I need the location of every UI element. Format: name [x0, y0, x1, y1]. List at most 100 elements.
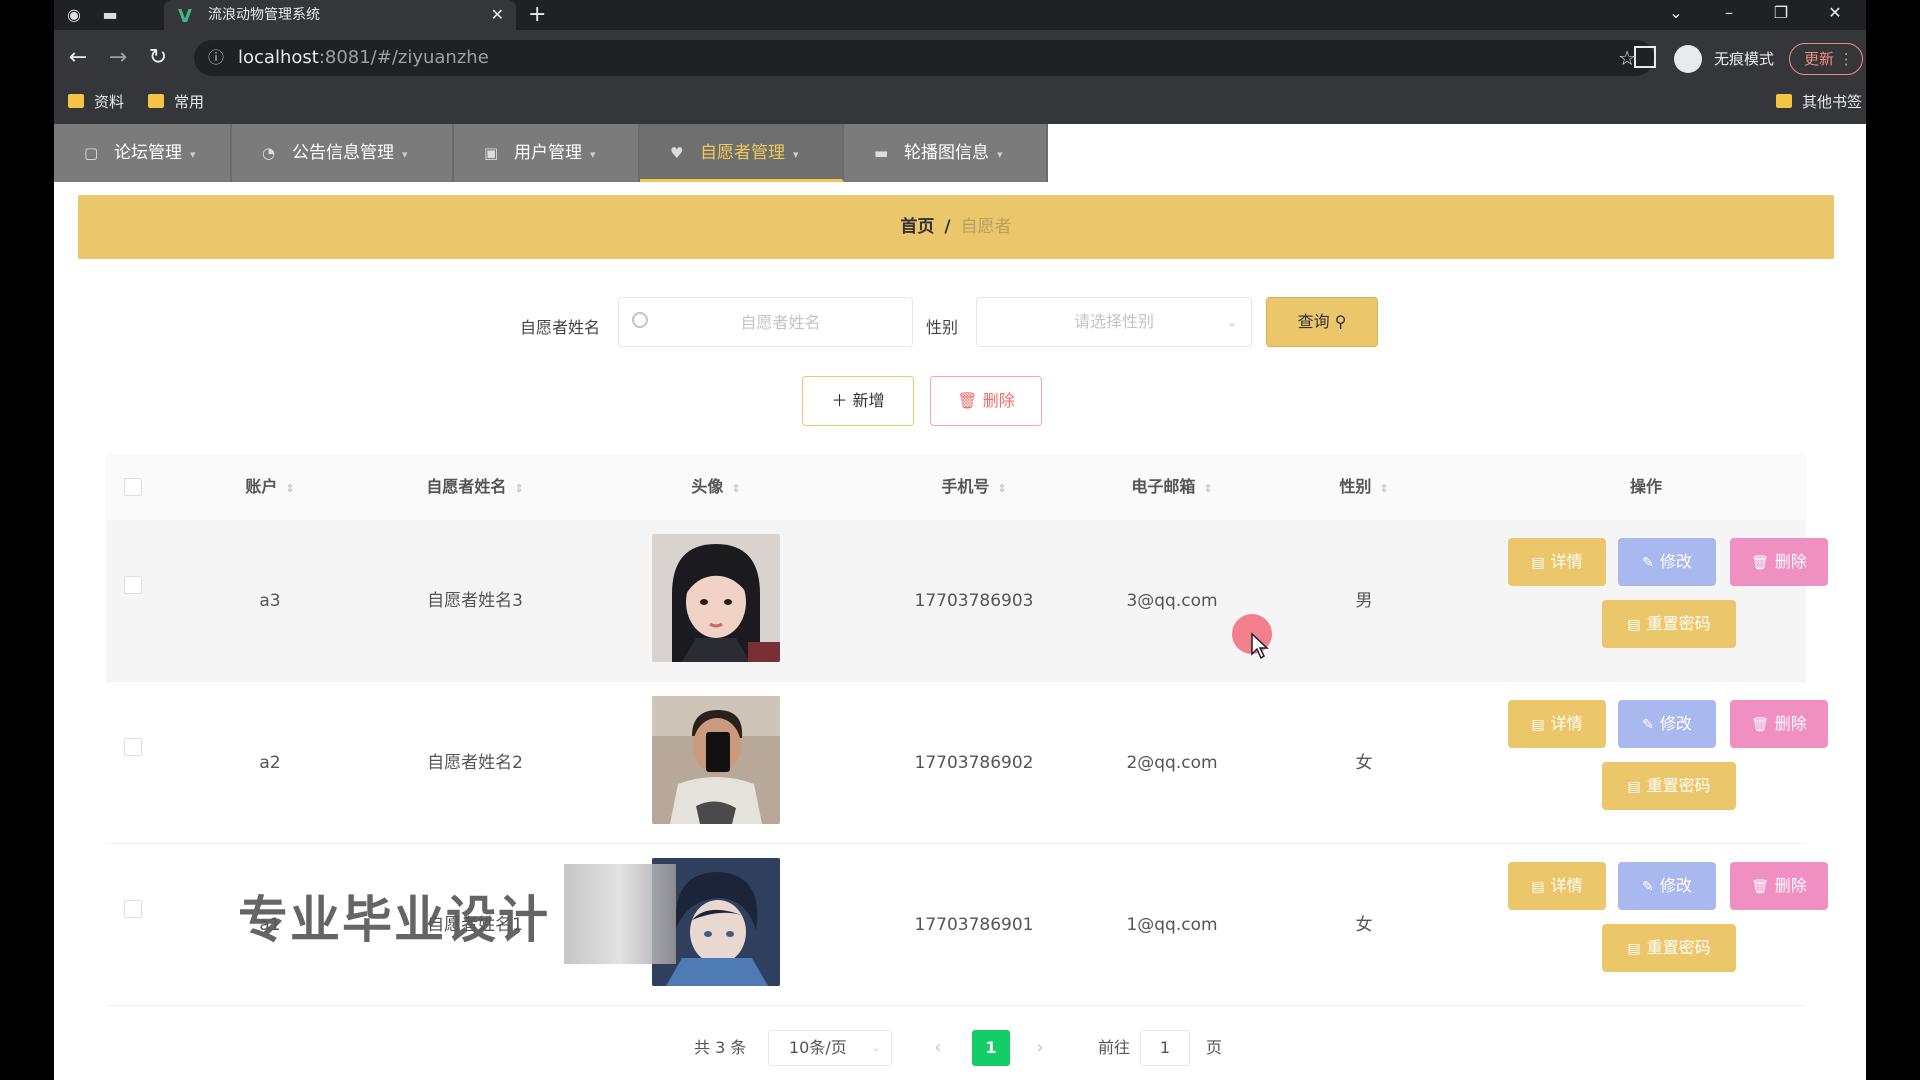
close-window-icon[interactable]: ✕	[1820, 0, 1850, 26]
chevron-down-icon: ▾	[793, 148, 799, 161]
incognito-icon	[1674, 45, 1702, 73]
detail-label: 详情	[1550, 552, 1583, 571]
edit-button[interactable]: ✎ 修改	[1618, 700, 1716, 748]
page-number-current[interactable]: 1	[972, 1030, 1010, 1066]
header-phone[interactable]: 手机号 ⇕	[874, 454, 1074, 520]
tab-search-icon[interactable]: ▬	[98, 4, 122, 26]
restore-icon[interactable]: ❐	[1766, 0, 1796, 26]
nav-item-user[interactable]: ▣ 用户管理 ▾	[454, 124, 640, 182]
back-icon[interactable]: ←	[64, 44, 92, 72]
bookmark-folder[interactable]: 资料	[68, 88, 124, 116]
cell-email: 1@qq.com	[1126, 915, 1218, 935]
incognito-indicator[interactable]: 无痕模式	[1674, 42, 1774, 76]
sex-select-placeholder: 请选择性别	[1073, 312, 1154, 331]
table-header: 账户 ⇕ 自愿者姓名 ⇕ 头像 ⇕ 手机号 ⇕ 电子邮箱 ⇕ 性别 ⇕ 操作	[106, 454, 1806, 520]
nav-item-label: 自愿者管理	[700, 143, 785, 163]
sort-icon[interactable]: ⇕	[1203, 482, 1212, 495]
forward-icon[interactable]: →	[104, 44, 132, 72]
query-button[interactable]: 查询 ⚲	[1266, 297, 1378, 347]
sort-icon[interactable]: ⇕	[1379, 482, 1388, 495]
nav-item-forum[interactable]: ▢ 论坛管理 ▾	[54, 124, 232, 182]
pagination: 共 3 条 10条/页 ⌄ ‹ 1 › 前往 1 页	[54, 1026, 1866, 1070]
table-row[interactable]: a3 自愿者姓名3 17703786903 3@qq.com 男 ▤ 详情 ✎ …	[106, 520, 1828, 682]
header-account[interactable]: 账户 ⇕	[206, 454, 334, 520]
row-checkbox[interactable]	[124, 900, 142, 918]
document-icon: ▤	[1531, 555, 1545, 571]
breadcrumb-current: 自愿者	[960, 217, 1012, 237]
carousel-icon: ▬	[874, 144, 889, 162]
chevron-down-icon: ▾	[190, 148, 196, 161]
header-name[interactable]: 自愿者姓名 ⇕	[372, 454, 578, 520]
sex-select[interactable]: 请选择性别 ⌄	[976, 297, 1252, 347]
trash-icon: 🗑	[1751, 555, 1769, 571]
nav-item-notice[interactable]: ◔ 公告信息管理 ▾	[232, 124, 454, 182]
delete-label: 删除	[982, 391, 1015, 410]
other-bookmarks[interactable]: 其他书签	[1776, 88, 1862, 116]
minimize-icon[interactable]: –	[1714, 0, 1744, 26]
prev-page-icon[interactable]: ‹	[920, 1030, 956, 1066]
reset-password-button[interactable]: ▤ 重置密码	[1602, 924, 1736, 972]
next-page-icon[interactable]: ›	[1022, 1030, 1058, 1066]
tab-list-icon[interactable]: ⌄	[1661, 0, 1691, 26]
avatar-girl-image	[652, 534, 780, 662]
header-label: 头像	[691, 477, 724, 496]
edit-label: 修改	[1659, 714, 1692, 733]
reload-icon[interactable]: ↻	[144, 44, 172, 72]
avatar[interactable]	[652, 696, 780, 824]
detail-button[interactable]: ▤ 详情	[1508, 538, 1606, 586]
row-checkbox[interactable]	[124, 738, 142, 756]
plus-icon: ＋	[831, 391, 848, 410]
reset-password-button[interactable]: ▤ 重置密码	[1602, 762, 1736, 810]
delete-button[interactable]: 🗑 删除	[1730, 538, 1828, 586]
table-row[interactable]: a2 自愿者姓名2 17703786902 2@qq.com 女 ▤ 详情 ✎ …	[106, 682, 1828, 844]
name-search-input[interactable]	[618, 297, 913, 347]
side-panel-icon[interactable]	[1634, 46, 1656, 68]
site-info-icon[interactable]: ⓘ	[208, 40, 224, 76]
page-content: ▢ 论坛管理 ▾ ◔ 公告信息管理 ▾ ▣ 用户管理 ▾ ♥ 自愿者管理 ▾ ▬ 轮播图信息 ▾ 首…	[54, 124, 1866, 1080]
row-checkbox[interactable]	[124, 576, 142, 594]
delete-button[interactable]: 🗑 删除	[1730, 862, 1828, 910]
avatar[interactable]	[652, 534, 780, 662]
detail-button[interactable]: ▤ 详情	[1508, 862, 1606, 910]
address-bar[interactable]: ⓘ localhost:8081/#/ziyuanzhe ☆	[194, 40, 1654, 76]
nav-item-volunteer[interactable]: ♥ 自愿者管理 ▾	[640, 124, 844, 182]
browser-tab[interactable]: V 流浪动物管理系统 ✕	[164, 0, 516, 30]
select-all-checkbox[interactable]	[124, 478, 142, 496]
goto-page-input[interactable]: 1	[1140, 1030, 1190, 1066]
add-label: 新增	[852, 391, 885, 410]
edit-button[interactable]: ✎ 修改	[1618, 538, 1716, 586]
add-button[interactable]: ＋ 新增	[802, 376, 914, 426]
bookmark-folder[interactable]: 常用	[148, 88, 204, 116]
chevron-down-icon: ▾	[402, 148, 408, 161]
browser-menu-icon[interactable]: ◉	[62, 4, 86, 26]
update-button[interactable]: 更新 ⋮	[1789, 43, 1863, 75]
sort-icon[interactable]: ⇕	[731, 482, 740, 495]
folder-icon	[68, 94, 84, 108]
new-tab-icon[interactable]: +	[528, 0, 546, 30]
nav-item-carousel[interactable]: ▬ 轮播图信息 ▾	[844, 124, 1048, 182]
batch-delete-button[interactable]: 🗑 删除	[930, 376, 1042, 426]
header-label: 账户	[245, 477, 278, 496]
delete-button[interactable]: 🗑 删除	[1730, 700, 1828, 748]
header-email[interactable]: 电子邮箱 ⇕	[1072, 454, 1272, 520]
vue-logo-icon: V	[178, 6, 192, 27]
header-sex[interactable]: 性别 ⇕	[1284, 454, 1444, 520]
sort-icon[interactable]: ⇕	[514, 482, 523, 495]
delete-label: 删除	[1774, 552, 1807, 571]
header-label: 自愿者姓名	[426, 477, 507, 496]
sort-icon[interactable]: ⇕	[997, 482, 1006, 495]
page-size-select[interactable]: 10条/页 ⌄	[768, 1030, 892, 1066]
reset-password-button[interactable]: ▤ 重置密码	[1602, 600, 1736, 648]
tab-close-icon[interactable]: ✕	[491, 0, 504, 30]
sort-icon[interactable]: ⇕	[285, 482, 294, 495]
breadcrumb-home[interactable]: 首页	[900, 217, 934, 237]
avatar-man-image	[652, 696, 780, 824]
edit-button[interactable]: ✎ 修改	[1618, 862, 1716, 910]
reset-label: 重置密码	[1646, 776, 1711, 795]
url-path: :8081/#/ziyuanzhe	[318, 47, 489, 68]
user-icon: ▣	[484, 144, 499, 162]
header-avatar[interactable]: 头像 ⇕	[646, 454, 786, 520]
chevron-down-icon: ⌄	[871, 1041, 881, 1054]
nav-item-label: 论坛管理	[114, 143, 182, 163]
detail-button[interactable]: ▤ 详情	[1508, 700, 1606, 748]
